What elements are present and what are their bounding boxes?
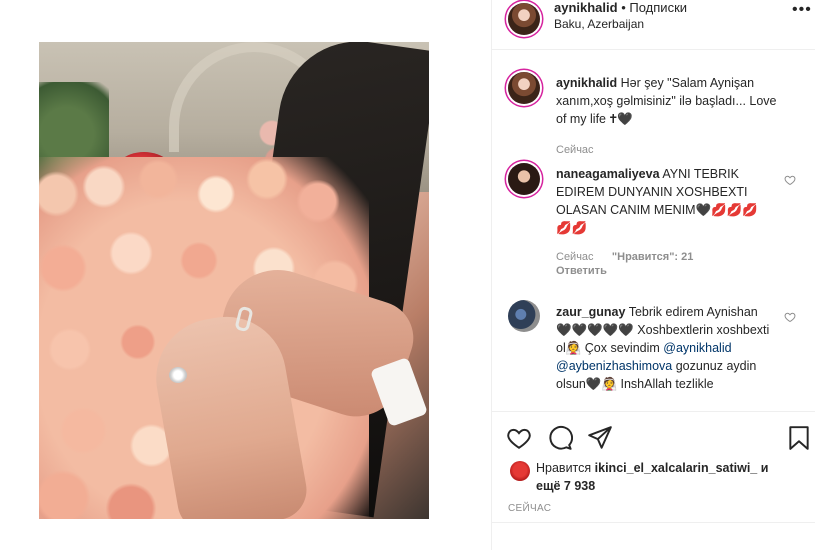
author-avatar[interactable] <box>508 3 540 35</box>
comment-text: zaur_gunay Tebrik edirem Aynishan🖤🖤🖤🖤🖤 X… <box>556 303 771 393</box>
post-timestamp: СЕЙЧАС <box>508 503 552 514</box>
caption-time: Сейчас <box>556 144 594 156</box>
caption-username[interactable]: aynikhalid <box>556 76 617 90</box>
post-header: aynikhalid • Подписки Baku, Azerbaijan •… <box>492 0 815 50</box>
comment-avatar[interactable] <box>508 300 540 332</box>
comment-text: naneagamaliyeva AYNI TEBRIK EDIREM DUNYA… <box>556 165 771 237</box>
mention-link[interactable]: @aybenizhashimova <box>556 359 672 373</box>
likes-user-link[interactable]: ikinci_el_xalcalarin_satiwi_ <box>595 461 758 475</box>
comment-username[interactable]: zaur_gunay <box>556 305 625 319</box>
comment-username[interactable]: naneagamaliyeva <box>556 167 660 181</box>
comment-icon[interactable] <box>547 425 573 451</box>
author-username[interactable]: aynikhalid <box>554 0 618 15</box>
likes-summary: Нравится ikinci_el_xalcalarin_satiwi_ и … <box>536 459 796 495</box>
comment-avatar[interactable] <box>508 163 540 195</box>
mention-link[interactable]: @aynikhalid <box>663 341 731 355</box>
divider <box>492 522 815 523</box>
caption-text: aynikhalid Hər şey "Salam Aynişan xanım,… <box>556 74 786 128</box>
comments-list[interactable]: aynikhalid Hər şey "Salam Aynişan xanım,… <box>492 50 815 412</box>
comment-time: Сейчас <box>556 251 594 263</box>
post-photo[interactable] <box>39 42 429 519</box>
share-icon[interactable] <box>587 425 613 451</box>
comment-likes-count[interactable]: "Нравится": 21 <box>612 251 693 263</box>
reply-button[interactable]: Ответить <box>556 265 607 277</box>
location-link[interactable]: Baku, Azerbaijan <box>554 17 644 31</box>
liker-avatar[interactable] <box>510 461 530 481</box>
photo-engagement-ring <box>169 367 187 383</box>
likes-prefix: Нравится <box>536 461 592 475</box>
follow-status-button[interactable]: Подписки <box>629 0 687 15</box>
comment-like-heart-icon[interactable] <box>784 174 796 186</box>
more-icon[interactable]: ••• <box>792 2 811 18</box>
author-line: aynikhalid • Подписки <box>554 0 687 15</box>
separator-dot: • <box>621 0 626 15</box>
bookmark-icon[interactable] <box>788 425 810 451</box>
comment-meta: Сейчас "Нравится": 21 <box>556 251 693 263</box>
heart-icon[interactable] <box>506 425 532 451</box>
post-side-panel: aynikhalid • Подписки Baku, Azerbaijan •… <box>491 0 815 550</box>
comment-like-heart-icon[interactable] <box>784 311 796 323</box>
caption-avatar[interactable] <box>508 72 540 104</box>
